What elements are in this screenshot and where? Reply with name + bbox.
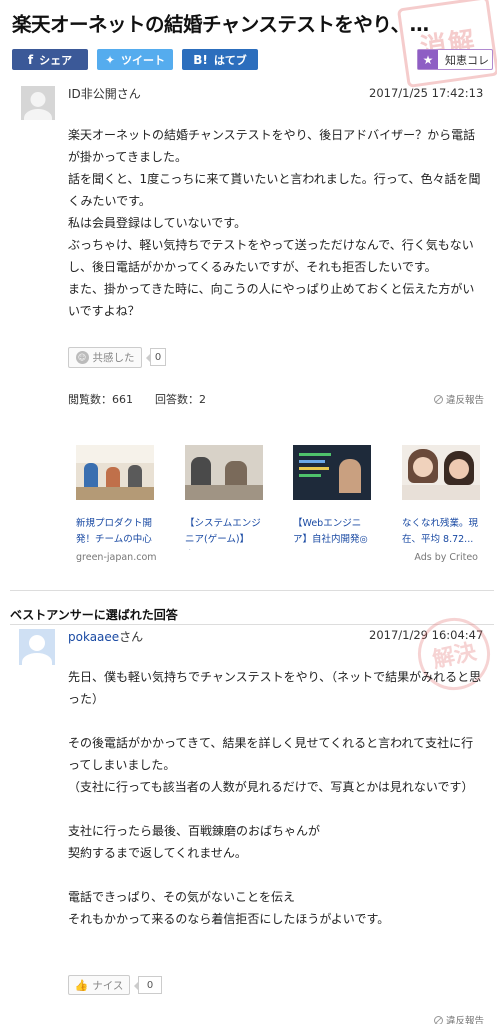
- smile-icon: ☺: [75, 351, 89, 364]
- question-line: ぶっちゃけ、軽い気持ちでテストをやって送っただけなんで、行く気もないし、後日電話…: [68, 238, 474, 274]
- answerer-link[interactable]: pokaaee: [68, 630, 119, 644]
- chiebukuro-collection-button[interactable]: ★ 知恵コレ: [417, 49, 493, 70]
- ad-item[interactable]: 新規プロダクト開発！チームの中心: [76, 445, 156, 550]
- answer-line: 電話できっぱり、その気がないことを伝え: [68, 890, 296, 904]
- hatena-icon: B!: [193, 52, 208, 67]
- question-line: また、掛かってきた時に、向こうの人にやっぱり止めておくと伝えた方がいいですよね？: [68, 282, 475, 318]
- answer-line: （支社に行っても該当者の人数が見れるだけで、写真とかは見れないです）: [68, 780, 474, 794]
- ad-thumbnail: [185, 445, 263, 500]
- answer-body: 先日、僕も軽い気持ちでチャンステストをやり、（ネットで結果がみれると思った） そ…: [68, 666, 483, 930]
- facebook-share-label: シェア: [39, 53, 73, 67]
- share-buttons: f シェア ✦ ツイート B! はてブ: [12, 49, 258, 70]
- nice-button[interactable]: 👍 ナイス: [68, 975, 130, 995]
- answer-count: 回答数：2: [155, 393, 206, 406]
- answer-line: [68, 710, 483, 732]
- ad-caption: 【システムエンジニア(ゲーム)】未...: [185, 518, 261, 545]
- answer-report-label: 違反報告: [446, 1016, 485, 1024]
- answer-line: [68, 798, 483, 820]
- twitter-tweet-label: ツイート: [121, 53, 166, 67]
- questioner-name: ID非公開さん: [68, 87, 141, 101]
- question-stats: 閲覧数：661 回答数：2: [68, 391, 206, 407]
- ad-thumbnail: [76, 445, 154, 500]
- facebook-icon: f: [27, 52, 34, 67]
- report-label: 違反報告: [446, 395, 485, 406]
- twitter-tweet-button[interactable]: ✦ ツイート: [97, 49, 173, 70]
- ad-item[interactable]: 【Webエンジニア】自社内開発◎テ...: [293, 445, 373, 550]
- question-line: 私は会員登録はしていないです。: [68, 216, 247, 230]
- ad-thumbnail: [402, 445, 480, 500]
- star-icon: ★: [418, 50, 438, 69]
- ad-item[interactable]: なくなれ残業。現在、平均 8.72...: [402, 445, 482, 550]
- answerer-name: pokaaeeさん: [68, 628, 143, 645]
- resolved-stamp: 消解: [396, 0, 497, 89]
- nice-label: ナイス: [92, 979, 124, 992]
- answerer-avatar: [19, 629, 55, 665]
- chiebukuro-collection-label: 知恵コレ: [445, 53, 489, 67]
- empathy-count: 0: [146, 348, 166, 366]
- ad-caption: 新規プロダクト開発！チームの中心: [76, 518, 153, 545]
- nice-count: 0: [134, 976, 162, 994]
- answer-line: 契約するまで返してくれません。: [68, 846, 247, 860]
- answer-line: 支社に行ったら最後、百戦錬磨のおばちゃんが: [68, 824, 321, 838]
- facebook-share-button[interactable]: f シェア: [12, 49, 88, 70]
- question-line: 話を聞くと、1度こっちに来て貰いたいと言われました。行って、色々話を聞くみたいで…: [68, 172, 481, 208]
- ad-caption: 【Webエンジニア】自社内開発◎テ...: [293, 518, 368, 545]
- empathy-label: 共感した: [92, 352, 135, 364]
- thumbs-up-icon: 👍: [74, 978, 89, 992]
- ad-thumbnail: [293, 445, 371, 500]
- prohibited-icon: [434, 1015, 443, 1024]
- question-line: 楽天オーネットの結婚チャンステストをやり、後日アドバイザー？から電話が掛かってき…: [68, 128, 476, 164]
- answer-line: 先日、僕も軽い気持ちでチャンステストをやり、（ネットで結果がみれると思った）: [68, 670, 482, 706]
- answer-report-link[interactable]: 違反報告: [434, 1013, 484, 1024]
- ad-source[interactable]: green-japan.com: [76, 552, 157, 563]
- empathy-button[interactable]: ☺ 共感した: [68, 347, 142, 368]
- best-answer-divider: [10, 624, 494, 625]
- report-link[interactable]: 違反報告: [434, 392, 484, 406]
- ad-credit[interactable]: Ads by Criteo: [414, 552, 478, 563]
- ads-footer: green-japan.com Ads by Criteo: [76, 552, 478, 563]
- hatena-bookmark-label: はてブ: [213, 53, 247, 67]
- hatena-bookmark-button[interactable]: B! はてブ: [182, 49, 258, 70]
- answer-line: それもかかって来るのなら着信拒否にしたほうがよいです。: [68, 912, 390, 926]
- questioner-avatar: [21, 86, 55, 120]
- question-date: 2017/1/25 17:42:13: [369, 86, 484, 100]
- answer-line: [68, 864, 483, 886]
- answer-line: その後電話がかかってきて、結果を詳しく見せてくれると言われて支社に行ってしまいま…: [68, 736, 474, 772]
- prohibited-icon: [434, 394, 443, 404]
- twitter-bird-icon: ✦: [104, 52, 116, 67]
- view-count: 閲覧数：661: [68, 393, 133, 406]
- question-body: 楽天オーネットの結婚チャンステストをやり、後日アドバイザー？から電話が掛かってき…: [68, 124, 483, 322]
- best-answer-heading: ベストアンサーに選ばれた回答: [10, 608, 178, 622]
- ad-caption: なくなれ残業。現在、平均 8.72...: [402, 518, 479, 545]
- answerer-suffix: さん: [119, 630, 144, 644]
- ad-item[interactable]: 【システムエンジニア(ゲーム)】未...: [185, 445, 265, 550]
- section-divider: [10, 590, 494, 591]
